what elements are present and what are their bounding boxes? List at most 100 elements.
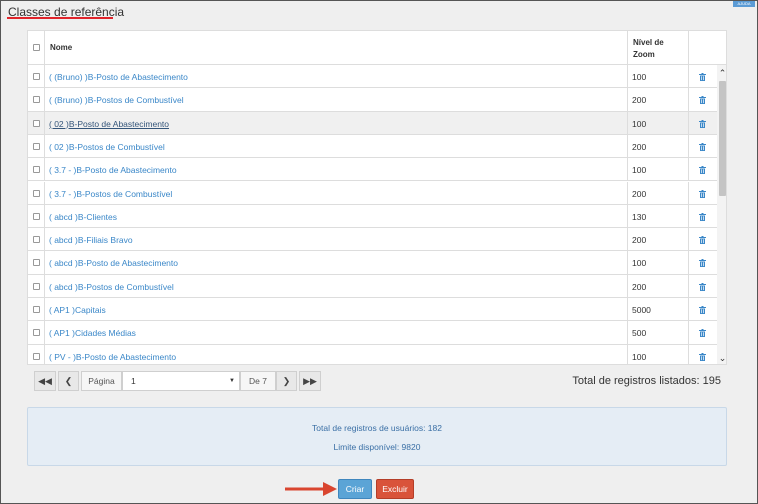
chevron-right-icon: ❯	[282, 376, 291, 386]
table-row[interactable]: ( (Bruno) )B-Postos de Combustível 200	[28, 88, 717, 112]
header-zoom-label: Nível de Zoom	[633, 38, 664, 59]
row-checkbox[interactable]	[33, 166, 40, 174]
table-row[interactable]: ( abcd )B-Postos de Combustível 200	[28, 274, 717, 298]
row-actions-cell	[689, 205, 717, 227]
page-select[interactable]: 1 ▼	[122, 371, 240, 391]
row-name-link[interactable]: ( (Bruno) )B-Posto de Abastecimento	[49, 72, 188, 82]
delete-button[interactable]: Excluir	[376, 479, 414, 499]
trash-icon[interactable]	[699, 142, 706, 151]
total-listed-text: Total de registros listados: 195	[572, 375, 721, 387]
table-row[interactable]: ( PV - )B-Posto de Abastecimento 100	[28, 344, 717, 364]
table-row[interactable]: ( abcd )B-Filiais Bravo 200	[28, 228, 717, 252]
row-name-link[interactable]: ( abcd )B-Posto de Abastecimento	[49, 258, 178, 268]
trash-icon[interactable]	[699, 96, 706, 105]
row-actions-cell	[689, 275, 717, 297]
pagination-bar: ◀◀ ❮ Página 1 ▼ De 7 ❯ ▶▶ Total de regis…	[27, 369, 727, 393]
row-select-cell	[28, 65, 45, 88]
scroll-thumb[interactable]	[719, 81, 726, 196]
trash-icon[interactable]	[699, 189, 706, 198]
row-name-cell: ( AP1 )Capitais	[45, 298, 628, 321]
trash-icon[interactable]	[699, 236, 706, 245]
table-row[interactable]: ( 02 )B-Postos de Combustível 200	[28, 134, 717, 159]
row-name-cell: ( abcd )B-Postos de Combustível	[45, 274, 628, 297]
row-name-link[interactable]: ( 3.7 - )B-Postos de Combustível	[49, 189, 172, 199]
reference-classes-grid: Nome Nível de Zoom ( (Bruno) )B-Posto de…	[27, 30, 727, 365]
table-row[interactable]: ( abcd )B-Clientes 130	[28, 204, 717, 229]
row-actions-cell	[689, 298, 717, 320]
grid-scrollbar[interactable]: ⌃ ⌄	[717, 65, 726, 364]
row-checkbox[interactable]	[33, 142, 40, 150]
row-checkbox[interactable]	[33, 73, 40, 80]
row-zoom-cell: 200	[628, 181, 689, 204]
row-name-cell: ( (Bruno) )B-Posto de Abastecimento	[45, 65, 628, 88]
double-chevron-left-icon: ◀◀	[38, 376, 52, 386]
row-zoom-cell: 100	[628, 344, 689, 364]
select-all-checkbox[interactable]	[33, 44, 40, 51]
row-zoom-value: 200	[632, 188, 647, 199]
scroll-up-chevron-icon[interactable]: ⌃	[717, 67, 726, 79]
row-checkbox[interactable]	[33, 212, 40, 220]
trash-icon[interactable]	[699, 259, 706, 268]
row-actions-cell	[689, 88, 717, 110]
row-name-link[interactable]: ( 02 )B-Posto de Abastecimento	[49, 119, 169, 129]
row-actions-cell	[689, 251, 717, 273]
table-row[interactable]: ( 02 )B-Posto de Abastecimento 100	[28, 111, 717, 135]
row-name-link[interactable]: ( abcd )B-Filiais Bravo	[49, 235, 133, 245]
row-name-link[interactable]: ( (Bruno) )B-Postos de Combustível	[49, 95, 184, 105]
last-page-button[interactable]: ▶▶	[299, 371, 321, 391]
help-corner-button[interactable]: AJUDA	[733, 1, 755, 7]
red-arrow-annotation	[285, 482, 337, 496]
table-row[interactable]: ( AP1 )Capitais 5000	[28, 298, 717, 322]
row-name-link[interactable]: ( AP1 )Cidades Médias	[49, 328, 136, 338]
title-underline	[7, 17, 113, 19]
row-zoom-cell: 5000	[628, 298, 689, 321]
next-page-button[interactable]: ❯	[276, 371, 297, 391]
row-name-cell: ( PV - )B-Posto de Abastecimento	[45, 344, 628, 364]
row-name-link[interactable]: ( 3.7 - )B-Posto de Abastecimento	[49, 165, 177, 175]
scroll-down-chevron-icon[interactable]: ⌄	[717, 352, 726, 364]
row-checkbox[interactable]	[33, 352, 40, 360]
row-zoom-cell: 200	[628, 88, 689, 111]
row-name-link[interactable]: ( abcd )B-Postos de Combustível	[49, 282, 174, 292]
header-zoom-cell[interactable]: Nível de Zoom	[628, 31, 689, 65]
header-actions-cell	[689, 31, 717, 65]
prev-page-button[interactable]: ❮	[58, 371, 79, 391]
trash-icon[interactable]	[699, 119, 706, 128]
create-button[interactable]: Criar	[338, 479, 372, 499]
row-actions-cell	[689, 135, 717, 157]
row-name-link[interactable]: ( PV - )B-Posto de Abastecimento	[49, 352, 176, 362]
row-name-link[interactable]: ( abcd )B-Clientes	[49, 212, 117, 222]
row-zoom-cell: 100	[628, 65, 689, 88]
row-checkbox[interactable]	[33, 306, 40, 313]
table-row[interactable]: ( 3.7 - )B-Posto de Abastecimento 100	[28, 158, 717, 182]
trash-icon[interactable]	[699, 73, 706, 81]
table-row[interactable]: ( abcd )B-Posto de Abastecimento 100	[28, 251, 717, 275]
row-name-link[interactable]: ( AP1 )Capitais	[49, 305, 106, 315]
trash-icon[interactable]	[699, 282, 706, 291]
row-checkbox[interactable]	[33, 96, 40, 104]
row-checkbox[interactable]	[33, 329, 40, 337]
row-name-link[interactable]: ( 02 )B-Postos de Combustível	[49, 142, 165, 152]
table-row[interactable]: ( AP1 )Cidades Médias 500	[28, 321, 717, 345]
row-name-cell: ( 02 )B-Postos de Combustível	[45, 134, 628, 158]
row-checkbox[interactable]	[33, 189, 40, 197]
row-checkbox[interactable]	[33, 119, 40, 127]
first-page-button[interactable]: ◀◀	[34, 371, 56, 391]
available-limit-text: Limite disponível: 9820	[333, 442, 421, 452]
user-records-text: Total de registros de usuários: 182	[312, 423, 442, 433]
trash-icon[interactable]	[699, 306, 706, 314]
trash-icon[interactable]	[699, 166, 706, 175]
row-zoom-value: 200	[632, 95, 647, 106]
trash-icon[interactable]	[699, 212, 706, 221]
table-row[interactable]: ( (Bruno) )B-Posto de Abastecimento 100	[28, 65, 717, 89]
row-checkbox[interactable]	[33, 259, 40, 267]
trash-icon[interactable]	[699, 352, 706, 361]
table-row[interactable]: ( 3.7 - )B-Postos de Combustível 200	[28, 181, 717, 205]
row-checkbox[interactable]	[33, 282, 40, 290]
row-select-cell	[28, 134, 45, 158]
row-checkbox[interactable]	[33, 236, 40, 244]
row-zoom-cell: 500	[628, 321, 689, 344]
row-actions-cell	[689, 321, 717, 343]
header-name-cell[interactable]: Nome	[45, 31, 628, 65]
trash-icon[interactable]	[699, 329, 706, 338]
